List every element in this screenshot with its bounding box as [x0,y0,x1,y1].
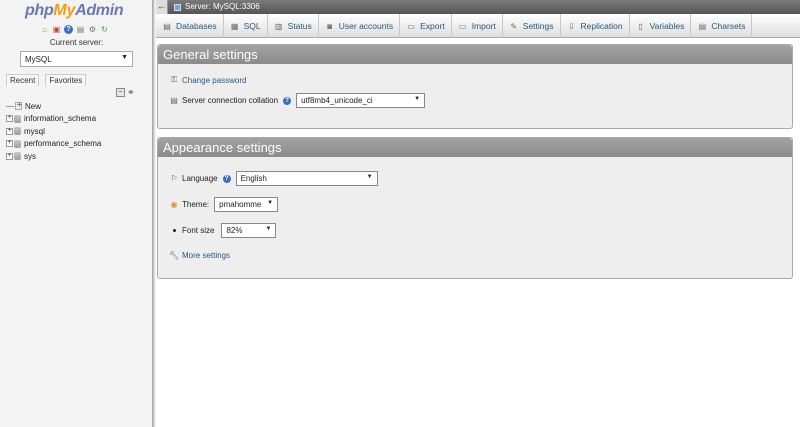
tab-variables[interactable]: ▯ Variables [630,14,692,38]
font-size-label: Font size [182,226,215,235]
nav-tabs: Recent Favorites [6,74,87,86]
help-icon[interactable]: ? [64,25,73,34]
chevron-down-icon: ▼ [267,200,274,206]
reload-icon[interactable]: ↻ [100,25,109,34]
tree-item-label[interactable]: performance_schema [24,139,101,148]
tree-item-label[interactable]: information_schema [24,114,96,123]
chevron-down-icon: ▼ [414,96,421,102]
tab-replication[interactable]: ⇩ Replication [561,14,630,38]
expand-icon[interactable]: + [6,115,13,123]
key-icon: ⚿ [170,75,178,84]
link-with-main-icon[interactable]: ⚭ [127,87,135,98]
collation-label: Server connection collation [182,96,279,105]
docs-icon[interactable]: ▤ [76,25,85,34]
language-label: Language [182,174,218,183]
expand-icon[interactable]: + [6,127,13,135]
nav-icon-bar: ⌂ ▣ ? ▤ ⚙ ↻ [40,25,109,34]
tree-connector [6,105,14,107]
tree-item-performance-schema[interactable]: + performance_schema [6,138,101,151]
tree-item-label[interactable]: sys [24,152,36,161]
help-icon[interactable]: ? [283,96,292,105]
navigation-panel: phpMyAdmin ⌂ ▣ ? ▤ ⚙ ↻ Current server: M… [0,0,153,427]
settings-icon: ✎ [510,21,518,31]
server-select[interactable]: MySQL ▼ [20,51,133,67]
main-menu: ▤ Databases ▦ SQL ▥ Status ◙ User accounts ▭… [156,14,800,38]
new-database-icon [15,100,22,111]
change-password-link[interactable]: Change password [182,76,246,85]
tab-status[interactable]: ▥ Status [268,14,319,38]
tab-import[interactable]: ▭ Import [452,14,503,38]
theme-row: ◉ Theme: pmahomme ▼ [169,197,279,212]
more-settings-row: 🔧︎ More settings [169,251,230,260]
tab-user-accounts[interactable]: ◙ User accounts [319,14,401,38]
variables-icon: ▯ [638,21,643,31]
database-icon [14,139,21,148]
tab-favorites[interactable]: Favorites [45,74,87,86]
collation-icon: ▤ [170,96,178,105]
theme-select[interactable]: pmahomme ▼ [214,197,279,212]
server-icon [174,4,181,11]
language-select[interactable]: English ▼ [235,171,378,186]
nav-divider[interactable] [153,0,156,427]
breadcrumb-server[interactable]: Server: MySQL:3306 [185,2,260,11]
tree-item-new[interactable]: New [6,100,101,113]
chevron-down-icon: ▼ [121,54,128,61]
tab-sql[interactable]: ▦ SQL [224,14,268,38]
tree-item-sys[interactable]: + sys [6,150,101,163]
exit-icon[interactable]: ▣ [52,25,61,34]
collation-select[interactable]: utf8mb4_unicode_ci ▼ [296,93,426,108]
tree-item-mysql[interactable]: + mysql [6,125,101,138]
tab-settings[interactable]: ✎ Settings [503,14,561,38]
help-icon[interactable]: ? [222,174,231,183]
chevron-down-icon: ▼ [265,226,272,232]
current-server-label: Current server: [49,38,104,47]
databases-icon: ▤ [163,21,171,31]
replication-icon: ⇩ [568,21,575,31]
database-tree: New + information_schema + mysql + perfo… [6,100,101,163]
database-icon [14,114,21,123]
tree-item-label[interactable]: mysql [24,127,45,136]
font-size-row: Font size 82% ▼ [169,223,277,238]
bullet-icon [173,229,176,232]
collapse-nav-button[interactable]: ← [156,0,168,14]
database-icon [14,127,21,136]
collation-row: ▤ Server connection collation ? utf8mb4_… [169,93,426,108]
tree-item-information-schema[interactable]: + information_schema [6,113,101,126]
home-icon[interactable]: ⌂ [40,25,49,34]
chevron-down-icon: ▼ [366,174,373,180]
sql-icon: ▦ [230,21,239,31]
phpmyadmin-logo[interactable]: phpMyAdmin [25,2,124,20]
import-icon: ▭ [458,21,467,31]
theme-icon: ◉ [170,200,178,209]
collapse-all-icon[interactable]: − [116,88,125,97]
status-icon: ▥ [274,21,283,31]
language-icon: ⚐ [170,174,178,183]
charsets-icon: ▤ [698,21,707,31]
expand-icon[interactable]: + [6,140,13,148]
language-row: ⚐ Language ? English ▼ [169,171,378,186]
panel-title: Appearance settings [158,138,792,157]
tab-recent[interactable]: Recent [6,74,40,86]
theme-label: Theme: [182,200,210,209]
tab-charsets[interactable]: ▤ Charsets [691,14,753,38]
font-size-select[interactable]: 82% ▼ [221,223,277,238]
top-breadcrumb-bar: ← Server: MySQL:3306 [156,0,800,14]
more-settings-link[interactable]: More settings [182,251,230,260]
panel-title: General settings [158,45,792,64]
database-icon [14,152,21,161]
wrench-icon: 🔧︎ [169,251,180,260]
user-accounts-icon: ◙ [327,21,333,31]
general-settings-panel: General settings ⚿ Change password ▤ Ser… [157,44,793,129]
export-icon: ▭ [407,21,415,31]
settings-icon[interactable]: ⚙ [88,25,97,34]
tree-item-label[interactable]: New [25,102,41,111]
change-password-row: ⚿ Change password [169,75,247,85]
expand-icon[interactable]: + [6,152,13,160]
tab-databases[interactable]: ▤ Databases [156,14,224,38]
tab-export[interactable]: ▭ Export [400,14,452,38]
appearance-settings-panel: Appearance settings ⚐ Language ? English… [157,137,793,279]
